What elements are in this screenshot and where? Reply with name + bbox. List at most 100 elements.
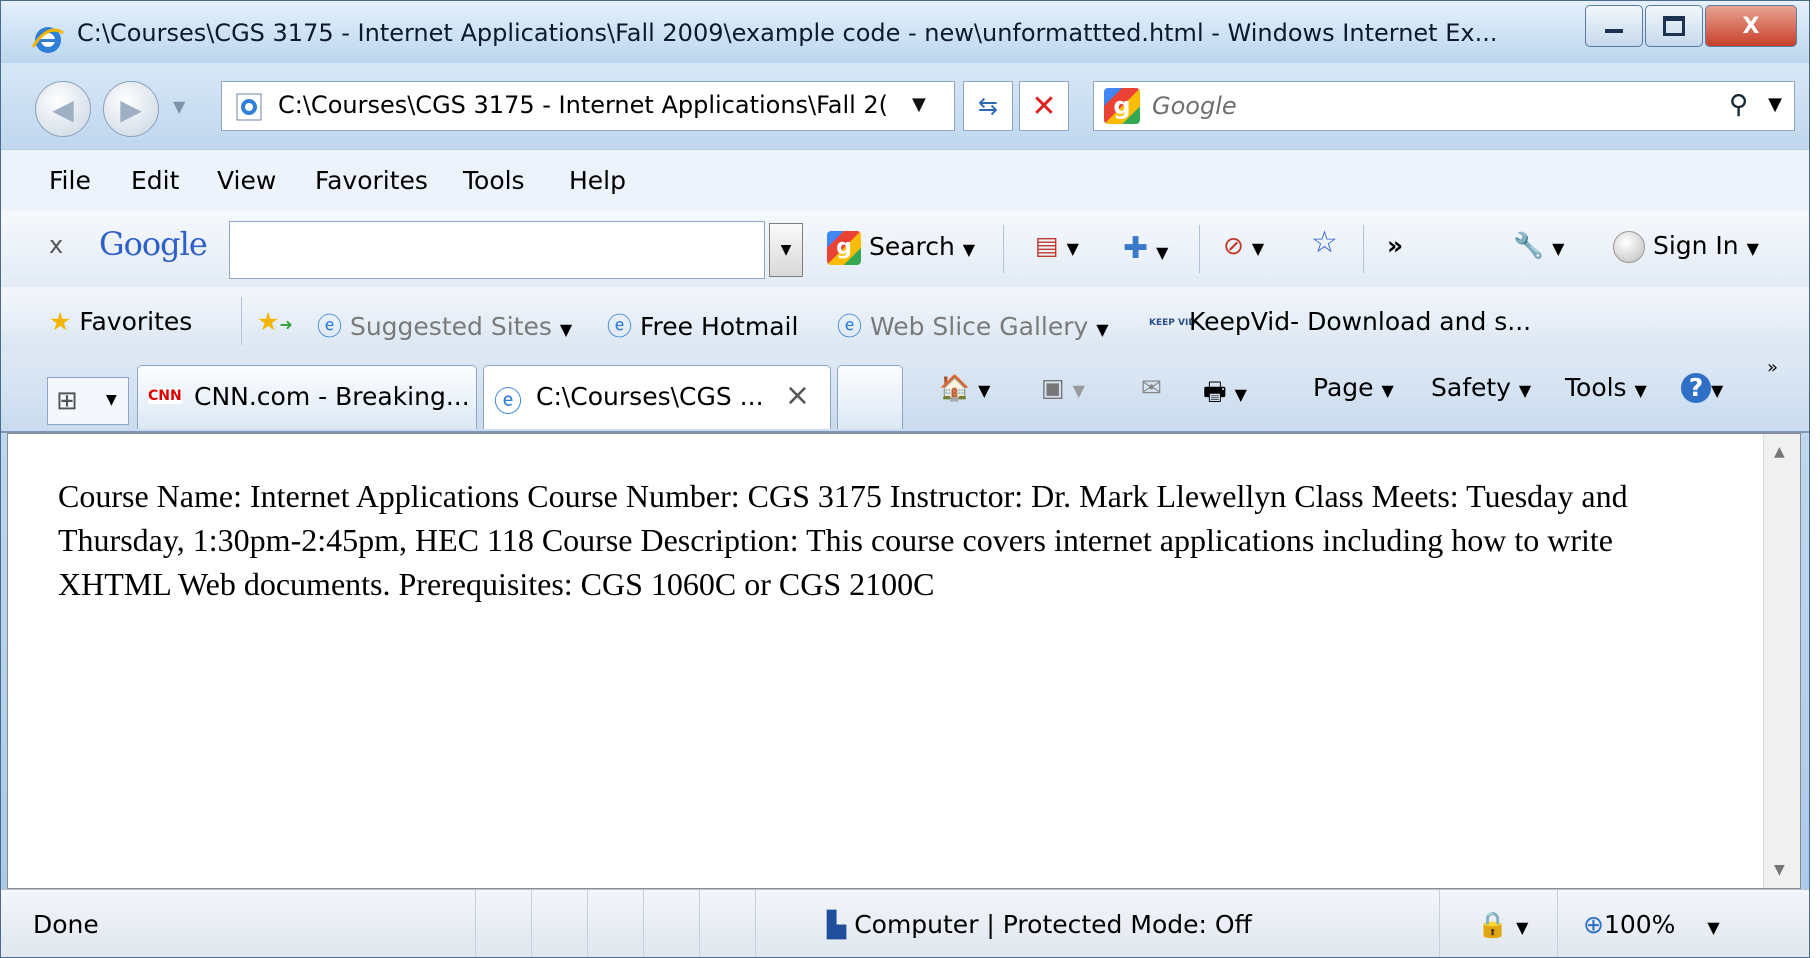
address-bar[interactable]: C:\Courses\CGS 3175 - Internet Applicati… [221,81,955,131]
tab-close-icon[interactable]: × [785,378,810,413]
chevron-down-icon: ▼ [1156,243,1169,262]
refresh-button[interactable]: ⇆ [963,81,1013,131]
back-button[interactable]: ◀ [35,81,91,137]
chevron-down-icon: ▼ [559,320,573,339]
command-bar-chevron[interactable]: » [1767,357,1778,378]
page-menu-label: Page [1313,373,1374,402]
google-search-input[interactable] [229,221,765,279]
address-row: ◀ ▶ ▼ C:\Courses\CGS 3175 - Internet App… [1,63,1809,149]
google-toolbar-close-icon[interactable]: x [49,231,63,259]
forward-button[interactable]: ▶ [103,81,159,137]
tab-label: C:\Courses\CGS ... [536,382,764,411]
maximize-icon [1663,16,1685,36]
status-divider [755,890,756,957]
vertical-scrollbar[interactable]: ▲ ▼ [1763,434,1800,888]
search-dropdown-icon[interactable]: ▼ [1768,94,1782,115]
safety-menu[interactable]: Safety ▼ [1431,373,1531,402]
search-placeholder: Google [1152,92,1237,120]
chevron-down-icon: ▼ [1552,239,1565,258]
chevron-down-icon: ▼ [1518,381,1532,400]
mail-icon: ✉ [1141,373,1162,402]
menu-tools[interactable]: Tools [463,166,525,195]
tools-menu-label: Tools [1565,373,1627,402]
scroll-down-icon[interactable]: ▼ [1774,862,1785,878]
free-hotmail-label: Free Hotmail [639,312,799,341]
quick-tabs-control[interactable]: ⊞ ▼ [47,377,129,425]
print-button[interactable]: 🖶 ▼ [1203,373,1247,416]
status-divider [1557,890,1558,957]
history-dropdown-icon[interactable]: ▼ [173,97,185,116]
search-box[interactable]: g Google ⚲ ▼ [1093,81,1795,131]
tab-current[interactable]: ⓔ C:\Courses\CGS ... × [483,365,831,429]
add-favorites-icon[interactable]: ★➜ [257,307,293,336]
tab-cnn[interactable]: CNN CNN.com - Breaking... [137,365,477,429]
cnn-icon: CNN [148,388,182,404]
status-divider [531,890,532,957]
free-hotmail-link[interactable]: ⓔ Free Hotmail [607,307,798,343]
ie-logo-icon: ⓔ [317,312,343,341]
status-bar: Done ▙ Computer | Protected Mode: Off 🔒 … [1,889,1809,957]
keepvid-link[interactable]: KEEP VID KeepVid- Download and s... [1149,307,1531,336]
menu-help[interactable]: Help [569,166,626,195]
settings-button[interactable]: 🔧 ▼ [1513,231,1564,261]
page-icon [234,92,264,126]
toolbar-separator [1199,225,1200,273]
menu-bar: File Edit View Favorites Tools Help [1,149,1809,213]
document-text: Course Name: Internet Applications Cours… [58,478,1628,602]
help-button[interactable]: ? ▼ [1681,373,1723,403]
menu-favorites[interactable]: Favorites [315,166,428,195]
tab-row: ⊞ ▼ CNN CNN.com - Breaking... ⓔ C:\Cours… [1,353,1809,433]
help-icon: ? [1681,373,1711,403]
menu-view[interactable]: View [217,166,276,195]
sign-in-button[interactable]: Sign In ▼ [1613,231,1759,263]
page-content: Course Name: Internet Applications Cours… [7,433,1801,889]
minimize-button[interactable] [1585,5,1643,47]
chevron-down-icon: ▼ [1072,381,1085,400]
tab-list-dropdown-icon[interactable]: ▼ [106,392,117,408]
home-icon: 🏠 [939,373,971,402]
quick-tabs-icon: ⊞ [56,386,78,416]
tab-label: CNN.com - Breaking... [194,382,470,411]
page-menu[interactable]: Page ▼ [1313,373,1394,402]
popup-blocker-button[interactable]: ⊘ ▼ [1223,231,1264,260]
back-arrow-icon: ◀ [52,92,74,126]
protected-mode-button[interactable]: 🔒 ▼ [1477,910,1528,940]
close-button[interactable]: X [1705,5,1797,47]
home-button[interactable]: 🏠 ▼ [939,373,990,403]
address-url[interactable]: C:\Courses\CGS 3175 - Internet Applicati… [278,91,898,119]
scroll-up-icon[interactable]: ▲ [1774,444,1785,460]
bookmarks-button[interactable]: ▤ ▼ [1035,231,1079,260]
maximize-button[interactable] [1645,5,1703,47]
web-slice-gallery-link[interactable]: ⓔ Web Slice Gallery ▼ [837,307,1109,343]
google-search-button[interactable]: g Search ▼ [827,231,975,265]
read-mail-button[interactable]: ✉ [1141,373,1162,402]
status-divider [1439,890,1440,957]
google-toolbar: x Google ▼ g Search ▼ ▤ ▼ ✚ ▼ ⊘ ▼ ☆ » 🔧 … [1,211,1809,288]
tools-menu[interactable]: Tools ▼ [1565,373,1647,402]
feeds-button[interactable]: ▣ ▼ [1041,373,1085,402]
toolbar-more-chevron[interactable]: » [1387,231,1403,260]
stop-button[interactable]: ✕ [1019,81,1069,131]
chevron-down-icon: ▼ [1516,918,1529,937]
favorites-button[interactable]: ★ Favorites [49,307,192,336]
minimize-icon [1605,29,1623,33]
ie-logo-icon [31,23,65,61]
zoom-button[interactable]: ⊕100% ▼ [1583,910,1720,939]
status-divider [587,890,588,957]
status-divider [643,890,644,957]
security-zone[interactable]: ▙ Computer | Protected Mode: Off [827,910,1252,939]
search-icon[interactable]: ⚲ [1729,90,1748,120]
new-tab-button[interactable] [837,365,903,429]
lock-icon: 🔒 [1477,910,1509,939]
add-button[interactable]: ✚ ▼ [1123,231,1168,266]
chevron-down-icon: ▼ [1634,381,1647,400]
address-dropdown-icon[interactable]: ▼ [912,94,926,115]
star-icon[interactable]: ☆ [1311,225,1338,260]
chevron-down-icon: ▼ [1711,381,1724,400]
suggested-sites-link[interactable]: ⓔ Suggested Sites ▼ [317,307,572,343]
google-search-label: Search [868,232,955,261]
menu-edit[interactable]: Edit [131,166,179,195]
page-icon: ⓔ [837,312,863,341]
google-search-dropdown[interactable]: ▼ [769,223,803,277]
menu-file[interactable]: File [49,166,91,195]
